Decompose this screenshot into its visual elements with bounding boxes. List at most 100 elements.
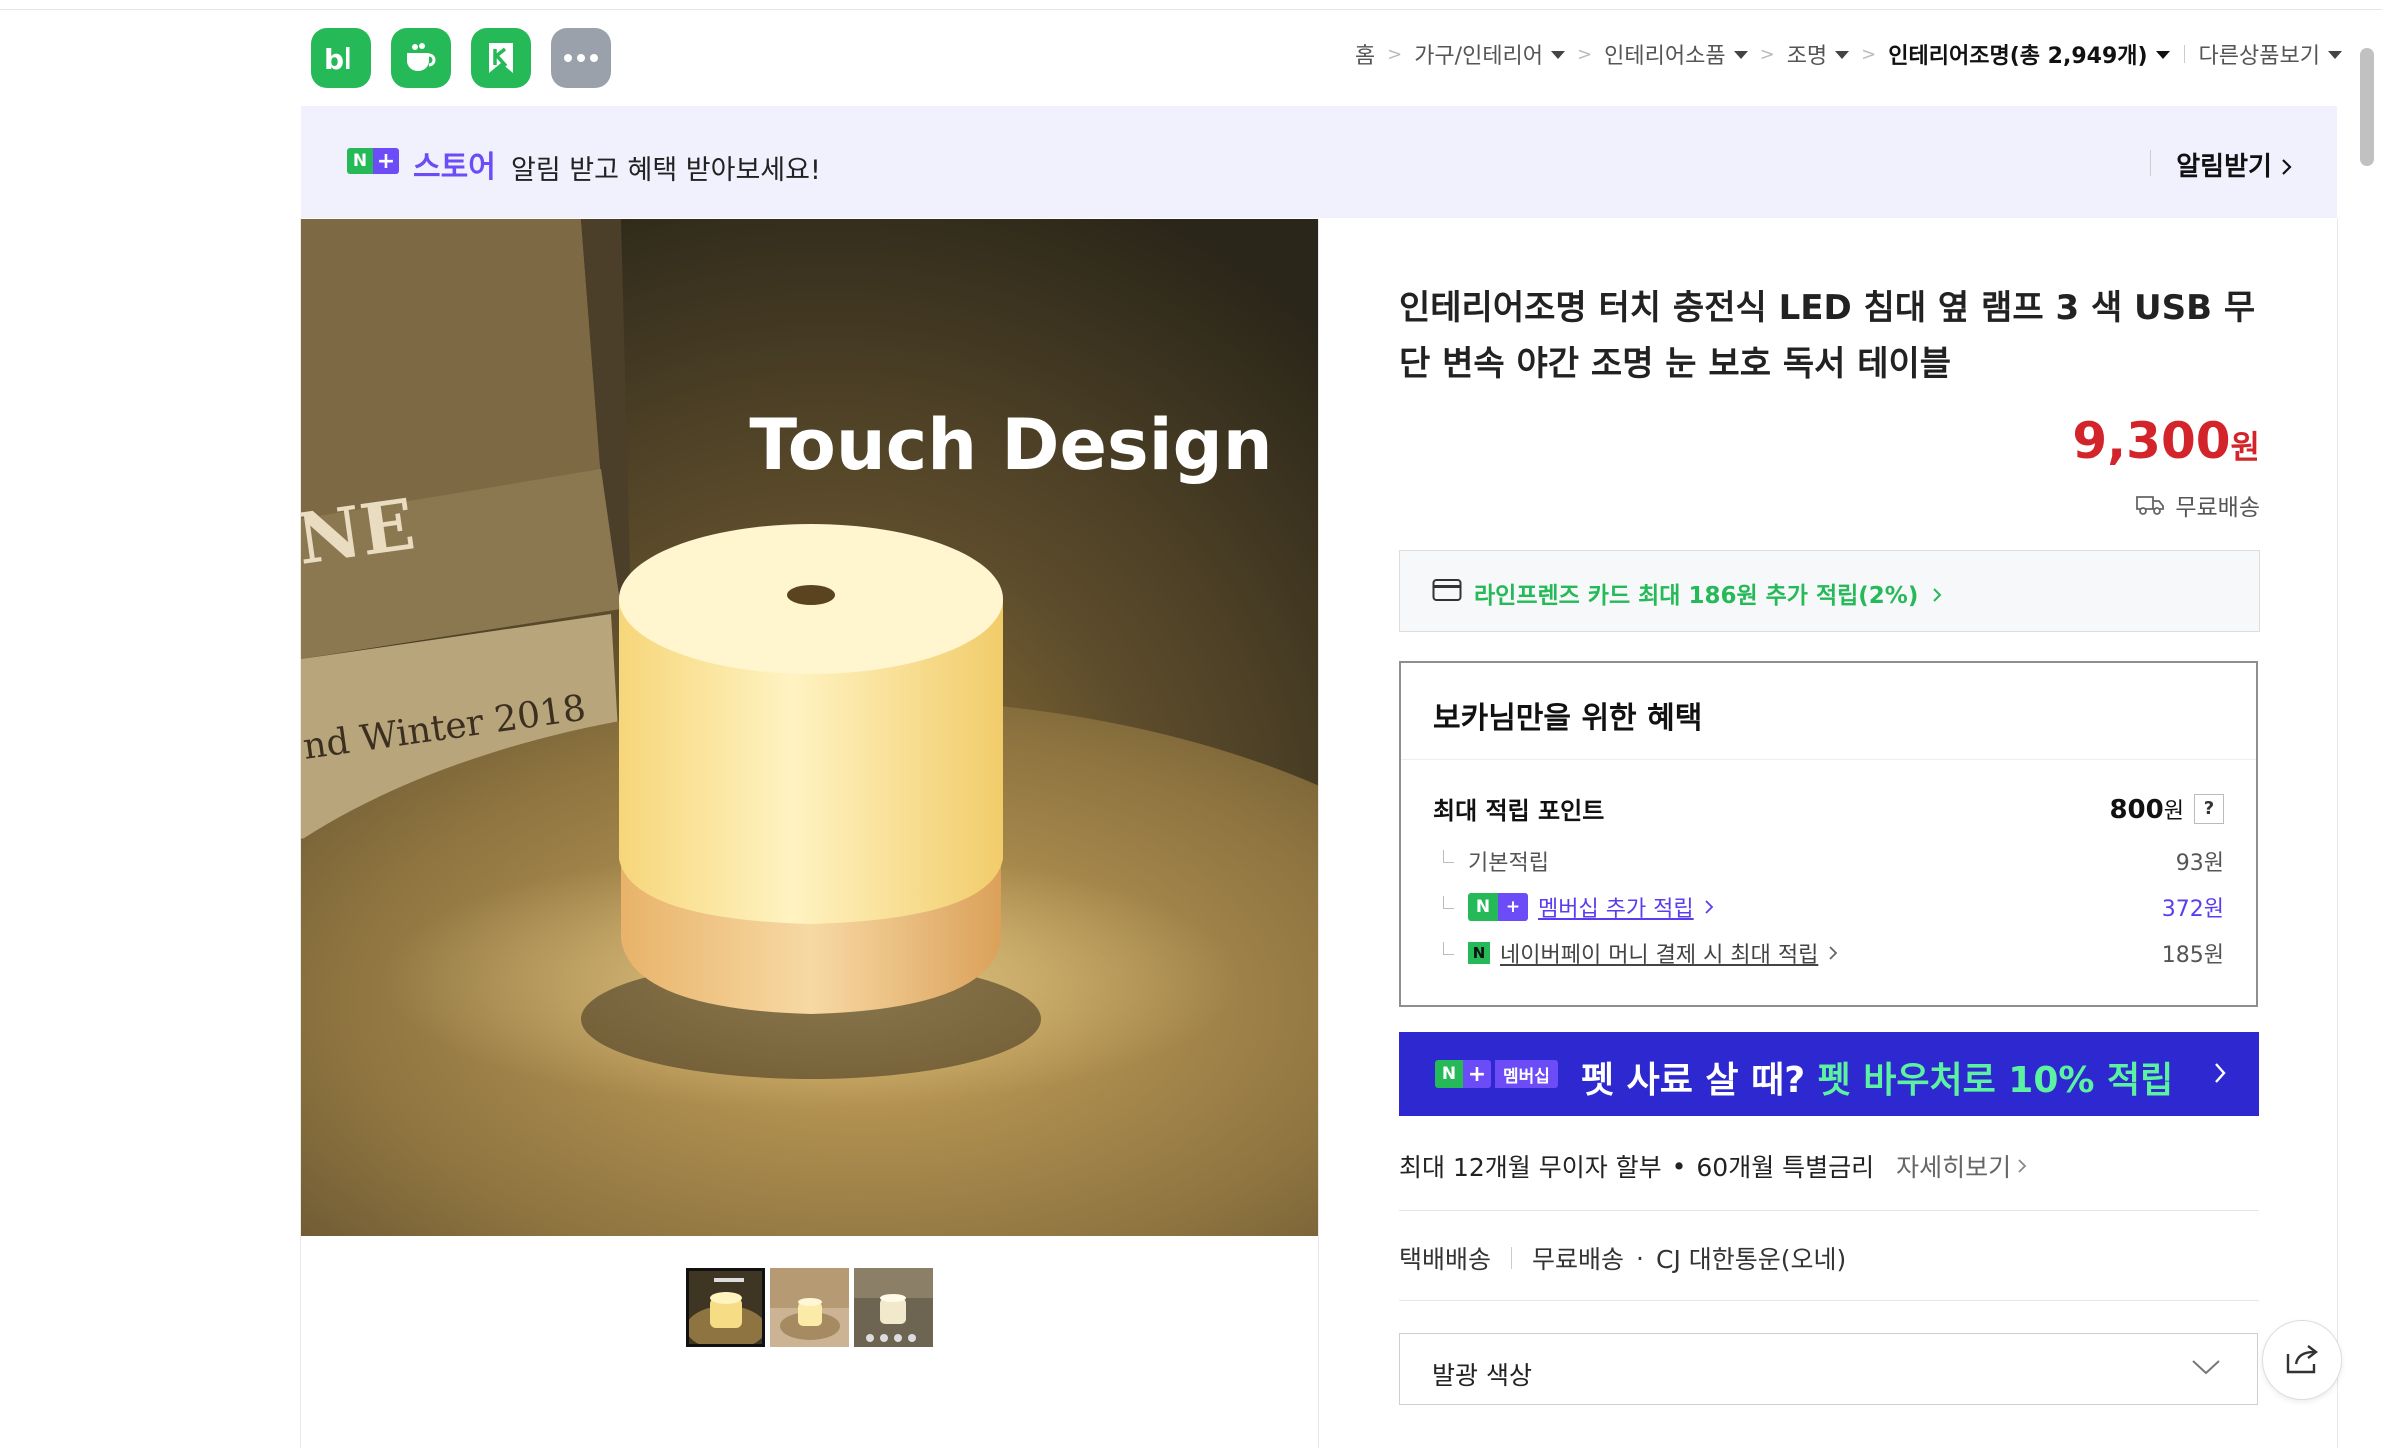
app-shortcuts: b xyxy=(311,28,611,88)
nplus-logo: N + xyxy=(347,148,399,174)
member-benefit-box: 보카님만을 위한 혜택 최대 적립 포인트 800원 ? 기본적립 93원 N +… xyxy=(1399,661,2258,1007)
thumbnail-2[interactable] xyxy=(770,1268,849,1347)
plus-badge: + xyxy=(373,148,399,174)
tree-elbow xyxy=(1443,941,1454,955)
delivery-info: 택배배송 무료배송 · CJ 대한통운(오네) xyxy=(1399,1240,1846,1276)
product-title: 인테리어조명 터치 충전식 LED 침대 옆 램프 3 색 USB 무단 변속 … xyxy=(1399,288,2256,384)
chevron-right-icon xyxy=(2282,159,2292,175)
tree-elbow xyxy=(1443,849,1454,863)
shipping-info: 무료배송 xyxy=(2135,488,2260,522)
blog-icon[interactable]: b xyxy=(311,28,371,88)
chevron-right-icon xyxy=(2215,1063,2226,1083)
more-dots-icon[interactable] xyxy=(551,28,611,88)
installment-more-label: 자세히보기 xyxy=(1896,1153,2012,1182)
breadcrumb-level3[interactable]: 조명 xyxy=(1786,38,1850,70)
npay-points-value: 185원 xyxy=(2161,943,2224,968)
installment-more-link[interactable]: 자세히보기 xyxy=(1896,1148,2027,1184)
notify-label: 알림받기 xyxy=(2176,152,2272,182)
card-offer[interactable]: 라인프렌즈 카드 최대 186원 추가 적립(2%) xyxy=(1399,550,2260,632)
truck-icon xyxy=(2136,496,2165,515)
max-points-value: 800원 xyxy=(2109,793,2184,825)
option-select-color[interactable]: 발광 색상 xyxy=(1399,1333,2258,1405)
promo-text-main: 펫 사료 살 때? xyxy=(1581,1060,1806,1101)
delivery-divider xyxy=(1511,1247,1513,1269)
breadcrumb-current[interactable]: 인테리어조명(총 2,949개) xyxy=(1888,38,2170,70)
max-points-value-wrap: 800원 ? xyxy=(2109,793,2224,825)
npay-icon: N xyxy=(1468,942,1490,964)
bookmark-k-icon[interactable] xyxy=(471,28,531,88)
benefit-divider xyxy=(1401,759,2256,760)
breadcrumb-home[interactable]: 홈 xyxy=(1355,38,1375,70)
content-border-middle xyxy=(1318,218,1319,1448)
max-points-row: 최대 적립 포인트 800원 ? xyxy=(1433,791,2224,826)
breadcrumb-divider xyxy=(2183,45,2185,63)
other-products-link[interactable]: 다른상품보기 xyxy=(2199,38,2342,70)
n-badge: N xyxy=(347,148,373,174)
membership-badge: 멤버십 xyxy=(1495,1060,1558,1088)
caret-down-icon xyxy=(1835,51,1850,59)
membership-points-link[interactable]: 멤버십 추가 적립 xyxy=(1538,891,1694,923)
browser-top-border xyxy=(0,0,2382,10)
thumbnail-1[interactable] xyxy=(686,1268,765,1347)
credit-card-icon xyxy=(1432,579,1462,601)
npay-points-link[interactable]: 네이버페이 머니 결제 시 최대 적립 xyxy=(1500,937,1818,969)
plus-badge: + xyxy=(1463,1060,1491,1088)
breadcrumb-level3-label: 조명 xyxy=(1786,44,1828,69)
chevron-right-icon xyxy=(2018,1159,2027,1173)
basic-points-label: 기본적립 xyxy=(1468,851,1549,876)
chevron-right-icon xyxy=(1705,900,1713,914)
thumbnail-strip xyxy=(686,1268,933,1347)
plus-badge: + xyxy=(1498,893,1528,921)
pet-voucher-promo-banner[interactable]: N + 멤버십 펫 사료 살 때? 펫 바우처로 10% 적립 xyxy=(1399,1032,2259,1116)
breadcrumb: 홈 > 가구/인테리어 > 인테리어소품 > 조명 > 인테리어조명(총 2,9… xyxy=(1355,38,2342,70)
breadcrumb-separator: > xyxy=(1759,43,1775,65)
tree-elbow xyxy=(1443,895,1454,909)
share-button[interactable] xyxy=(2262,1320,2342,1400)
nplus-badge: N + xyxy=(1468,893,1528,921)
store-brand: 스토어 xyxy=(413,150,496,185)
notify-button[interactable]: 알림받기 xyxy=(2176,146,2293,183)
chevron-right-icon xyxy=(1829,946,1838,960)
caret-down-icon xyxy=(2155,51,2170,59)
max-points-unit: 원 xyxy=(2163,798,2184,824)
n-badge: N xyxy=(1435,1060,1463,1088)
installment-text2: 60개월 특별금리 xyxy=(1696,1153,1875,1182)
price-value: 9,300 xyxy=(2072,412,2231,470)
delivery-type: 택배배송 xyxy=(1399,1245,1492,1274)
cafe-cup-icon[interactable] xyxy=(391,28,451,88)
delivery-carrier: CJ 대한통운(오네) xyxy=(1655,1245,1847,1274)
option-select-label: 발광 색상 xyxy=(1432,1361,1532,1390)
max-points-label: 최대 적립 포인트 xyxy=(1433,797,1605,825)
breadcrumb-level2[interactable]: 인테리어소품 xyxy=(1604,38,1748,70)
max-points-number: 800 xyxy=(2109,794,2164,825)
product-main-image[interactable]: NE nd Winter 2018 Touch Design xyxy=(301,219,1318,1236)
breadcrumb-level1[interactable]: 가구/인테리어 xyxy=(1414,38,1566,70)
breadcrumb-separator: > xyxy=(1861,43,1877,65)
section-divider xyxy=(1399,1300,2259,1301)
caret-down-icon xyxy=(2328,51,2342,59)
installment-info: 최대 12개월 무이자 할부 • 60개월 특별금리 자세히보기 xyxy=(1399,1148,2027,1184)
banner-message: 알림 받고 혜택 받아보세요! xyxy=(511,155,821,186)
installment-text1: 최대 12개월 무이자 할부 xyxy=(1399,1153,1662,1182)
chevron-right-icon xyxy=(1933,588,1942,602)
promo-text: 펫 사료 살 때? 펫 바우처로 10% 적립 xyxy=(1581,1051,2173,1103)
scrollbar-thumb[interactable] xyxy=(2360,48,2374,166)
n-badge: N xyxy=(1468,893,1498,921)
share-icon xyxy=(2286,1345,2318,1374)
caret-down-icon xyxy=(1551,51,1566,59)
price-currency: 원 xyxy=(2230,428,2260,466)
breadcrumb-separator: > xyxy=(1387,43,1403,65)
nplus-badge: N + xyxy=(1435,1060,1491,1088)
chevron-down-icon xyxy=(2192,1360,2220,1375)
basic-points-value: 93원 xyxy=(2175,851,2224,876)
breadcrumb-separator: > xyxy=(1577,43,1593,65)
card-offer-label: 라인프렌즈 카드 최대 186원 추가 적립(2%) xyxy=(1474,583,1919,609)
delivery-fee: 무료배송 xyxy=(1532,1245,1625,1274)
svg-text:b: b xyxy=(324,43,344,75)
card-offer-text: 라인프렌즈 카드 최대 186원 추가 적립(2%) xyxy=(1474,576,1942,610)
banner-divider xyxy=(2150,150,2151,176)
thumbnail-3[interactable] xyxy=(854,1268,933,1347)
installment-dot: • xyxy=(1671,1151,1687,1181)
benefit-header: 보카님만을 위한 혜택 xyxy=(1433,701,1703,736)
help-button[interactable]: ? xyxy=(2194,793,2224,824)
